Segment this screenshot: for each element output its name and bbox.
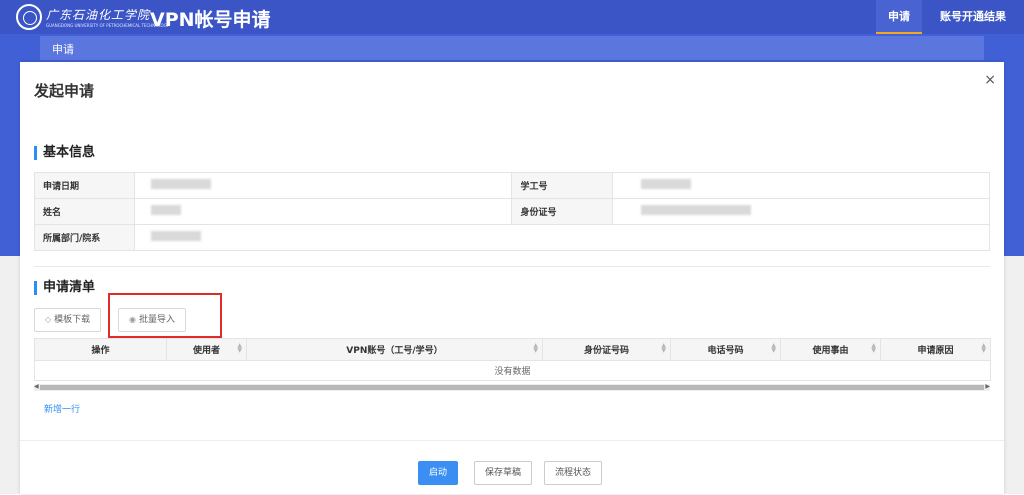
column-header-apply-reason-label: 申请原因 <box>917 346 954 356</box>
sort-icon[interactable]: ▲ ▼ <box>661 343 666 354</box>
column-header-apply-reason[interactable]: 申请原因 ▲ ▼ <box>880 338 991 361</box>
modal-title: 发起申请 <box>34 82 95 100</box>
value-department <box>134 224 990 251</box>
save-draft-button[interactable]: 保存草稿 <box>474 461 533 485</box>
add-row-link[interactable]: 新增一行 <box>44 402 80 415</box>
empty-table-message: 没有数据 <box>34 360 991 381</box>
section-title-apply-list: 申请清单 <box>34 281 95 295</box>
column-header-action: 操作 <box>34 338 167 361</box>
scroll-right-icon[interactable]: ▶ <box>985 383 990 390</box>
school-logo-icon <box>16 4 42 30</box>
sort-icon[interactable]: ▲ ▼ <box>237 343 242 354</box>
sort-icon[interactable]: ▲ ▼ <box>533 343 538 354</box>
column-header-usage-reason-label: 使用事由 <box>812 346 849 356</box>
download-icon: ◇ <box>45 315 52 324</box>
column-header-user-label: 使用者 <box>192 346 220 356</box>
highlight-box <box>108 293 222 338</box>
value-staff-no <box>611 172 991 199</box>
column-header-id-number-label: 身份证号码 <box>583 346 629 356</box>
sort-icon[interactable]: ▲ ▼ <box>981 343 986 354</box>
nav-tab-apply[interactable]: 申请 <box>876 0 922 34</box>
top-navbar: 广东石油化工学院 GUANGDONG UNIVERSITY OF PETROCH… <box>0 0 1024 34</box>
template-download-button[interactable]: ◇ 模板下载 <box>34 308 102 332</box>
close-icon[interactable]: × <box>984 72 996 88</box>
scroll-left-icon[interactable]: ◀ <box>34 383 39 390</box>
column-header-vpn-account-label: VPN账号（工号/学号） <box>346 346 443 356</box>
modal-footer: 启动 保存草稿 流程状态 <box>20 440 1004 495</box>
sort-icon[interactable]: ▲ ▼ <box>771 343 776 354</box>
app-title: VPN帐号申请 <box>150 9 271 31</box>
label-apply-date: 申请日期 <box>33 172 136 199</box>
nav-tab-account-results[interactable]: 账号开通结果 <box>928 0 1018 34</box>
label-id-no: 身份证号 <box>511 198 613 225</box>
sub-header: 申请 <box>40 36 984 60</box>
value-name <box>134 198 513 225</box>
start-button[interactable]: 启动 <box>418 461 459 485</box>
flow-status-button[interactable]: 流程状态 <box>544 461 603 485</box>
school-name: 广东石油化工学院 <box>46 8 151 22</box>
label-staff-no: 学工号 <box>511 172 613 199</box>
column-header-phone-label: 电话号码 <box>707 346 744 356</box>
table-header-row: 操作 使用者 ▲ ▼ VPN账号（工号/学号） ▲ ▼ 身份证号码 ▲ ▼ 电话号码 ▲ ▼ 使… <box>34 338 991 361</box>
column-header-usage-reason[interactable]: 使用事由 ▲ ▼ <box>780 338 881 361</box>
table-row: 没有数据 <box>34 360 991 381</box>
apply-modal: 发起申请 × 基本信息 申请日期 学工号 姓名 身份证号 所属部门/院系 申请清… <box>20 62 1004 494</box>
template-download-label: 模板下载 <box>54 315 91 325</box>
column-header-id-number[interactable]: 身份证号码 ▲ ▼ <box>542 338 671 361</box>
label-department: 所属部门/院系 <box>33 224 136 251</box>
column-header-phone[interactable]: 电话号码 ▲ ▼ <box>670 338 781 361</box>
apply-list-table: 操作 使用者 ▲ ▼ VPN账号（工号/学号） ▲ ▼ 身份证号码 ▲ ▼ 电话号码 ▲ ▼ 使… <box>34 338 991 381</box>
sub-header-label: 申请 <box>52 43 74 56</box>
horizontal-scrollbar[interactable]: ◀ ▶ <box>34 383 990 391</box>
section-title-basic-info: 基本信息 <box>34 146 95 160</box>
scrollbar-thumb[interactable] <box>40 385 984 390</box>
divider <box>34 266 990 267</box>
column-header-vpn-account[interactable]: VPN账号（工号/学号） ▲ ▼ <box>246 338 543 361</box>
value-apply-date <box>134 172 513 199</box>
label-name: 姓名 <box>33 198 136 225</box>
basic-info-table: 申请日期 学工号 姓名 身份证号 所属部门/院系 <box>33 172 991 251</box>
column-header-user[interactable]: 使用者 ▲ ▼ <box>166 338 247 361</box>
value-id-no <box>611 198 991 225</box>
sort-icon[interactable]: ▲ ▼ <box>871 343 876 354</box>
